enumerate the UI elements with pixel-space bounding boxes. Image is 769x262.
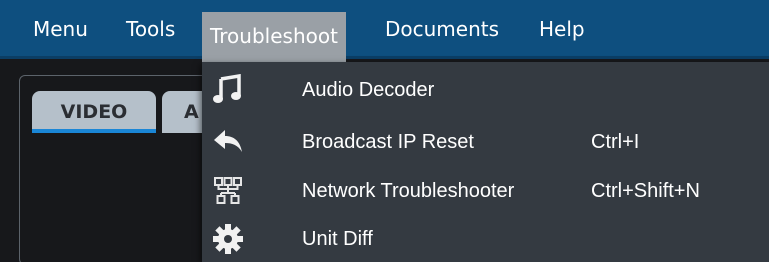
menu-item-label: Unit Diff (302, 228, 373, 250)
menu-documents[interactable]: Documents (385, 12, 499, 59)
music-note-icon (212, 73, 244, 106)
menu-item-label: Network Troubleshooter (302, 180, 515, 202)
menu-help[interactable]: Help (539, 12, 585, 59)
menu-item-label: Broadcast IP Reset (302, 131, 474, 153)
menu-menu[interactable]: Menu (33, 12, 88, 59)
network-icon (212, 175, 244, 207)
menu-tools[interactable]: Tools (126, 12, 175, 59)
troubleshoot-dropdown: Audio Decoder Broadcast IP Reset Ctrl+I (202, 62, 769, 262)
menu-troubleshoot[interactable]: Troubleshoot (202, 12, 346, 62)
menu-item-broadcast-ip-reset[interactable]: Broadcast IP Reset Ctrl+I (202, 117, 769, 167)
menu-item-audio-decoder[interactable]: Audio Decoder (202, 65, 769, 115)
gear-icon (212, 223, 244, 255)
menu-item-shortcut: Ctrl+Shift+N (591, 180, 700, 202)
menu-item-network-troubleshooter[interactable]: Network Troubleshooter Ctrl+Shift+N (202, 166, 769, 216)
tab-video[interactable]: VIDEO (32, 91, 156, 133)
menu-item-label: Audio Decoder (302, 79, 435, 101)
menu-bar: Menu Tools Troubleshoot Documents Help (0, 0, 769, 62)
menu-item-unit-diff[interactable]: Unit Diff (202, 214, 769, 262)
menu-item-shortcut: Ctrl+I (591, 131, 640, 153)
app-window: VIDEO A Menu Tools Troubleshoot Document… (0, 0, 769, 262)
reply-arrow-icon (212, 126, 244, 158)
